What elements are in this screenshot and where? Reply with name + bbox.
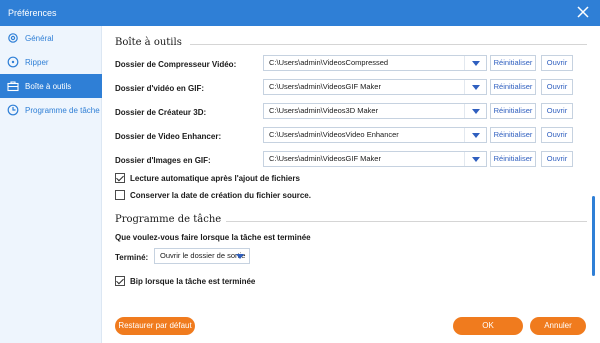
- beep-checkbox[interactable]: [115, 276, 125, 286]
- done-action-select[interactable]: Ouvrir le dossier de sortie: [154, 248, 250, 264]
- clock-icon: [7, 104, 19, 116]
- keep-date-checkbox-row[interactable]: Conserver la date de création du fichier…: [115, 190, 311, 200]
- window-title: Préférences: [8, 8, 57, 18]
- done-label: Terminé:: [115, 253, 149, 262]
- restore-defaults-button[interactable]: Restaurer par défaut: [115, 317, 195, 335]
- reset-button[interactable]: Réinitialiser: [490, 55, 536, 71]
- autoplay-checkbox-row[interactable]: Lecture automatique après l'ajout de fic…: [115, 173, 300, 183]
- sidebar-item-label: Général: [25, 33, 54, 43]
- reset-button[interactable]: Réinitialiser: [490, 79, 536, 95]
- toolbox-section-title: Boîte à outils: [115, 37, 182, 48]
- sidebar-item-schedule[interactable]: Programme de tâche: [0, 98, 102, 122]
- settings-icon: [8, 33, 18, 43]
- video-to-gif-folder-path[interactable]: C:\Users\admin\VideosGIF Maker: [263, 79, 487, 95]
- autoplay-checkbox[interactable]: [115, 173, 125, 183]
- compressor-folder-label: Dossier de Compresseur Vidéo:: [115, 60, 237, 69]
- autoplay-checkbox-label: Lecture automatique après l'ajout de fic…: [130, 173, 300, 183]
- sidebar-item-label: Programme de tâche: [25, 105, 100, 115]
- close-icon[interactable]: [576, 5, 590, 19]
- keep-date-checkbox[interactable]: [115, 190, 125, 200]
- schedule-section-title: Programme de tâche: [115, 214, 222, 225]
- disc-icon: [7, 56, 19, 68]
- chevron-down-icon[interactable]: [464, 56, 486, 70]
- beep-checkbox-label: Bip lorsque la tâche est terminée: [130, 276, 256, 286]
- sidebar-item-label: Boîte à outils: [25, 81, 72, 91]
- open-button[interactable]: Ouvrir: [541, 79, 573, 95]
- chevron-down-icon[interactable]: [464, 80, 486, 94]
- sidebar-item-label: Ripper: [25, 57, 49, 67]
- sidebar: Général Ripper Boîte à outils Programme …: [0, 26, 102, 343]
- 3d-maker-folder-path[interactable]: C:\Users\admin\Videos3D Maker: [263, 103, 487, 119]
- sidebar-item-ripper[interactable]: Ripper: [0, 50, 102, 74]
- video-enhancer-folder-label: Dossier de Video Enhancer:: [115, 132, 222, 141]
- images-to-gif-folder-path[interactable]: C:\Users\admin\VideosGIF Maker: [263, 151, 487, 167]
- ok-button[interactable]: OK: [453, 317, 523, 335]
- scrollbar-thumb[interactable]: [592, 196, 595, 276]
- main-panel: Boîte à outils Dossier de Compresseur Vi…: [102, 26, 600, 343]
- chevron-down-icon[interactable]: [464, 152, 486, 166]
- reset-button[interactable]: Réinitialiser: [490, 151, 536, 167]
- path-text: C:\Users\admin\VideosGIF Maker: [269, 154, 381, 163]
- open-button[interactable]: Ouvrir: [541, 151, 573, 167]
- path-text: C:\Users\admin\VideosVideo Enhancer: [269, 130, 399, 139]
- chevron-down-icon[interactable]: [464, 104, 486, 118]
- compressor-folder-path[interactable]: C:\Users\admin\VideosCompressed: [263, 55, 487, 71]
- reset-button[interactable]: Réinitialiser: [490, 127, 536, 143]
- path-text: C:\Users\admin\Videos3D Maker: [269, 106, 379, 115]
- path-text: C:\Users\admin\VideosGIF Maker: [269, 82, 381, 91]
- beep-checkbox-row[interactable]: Bip lorsque la tâche est terminée: [115, 276, 255, 286]
- chevron-down-icon: [236, 254, 244, 259]
- done-action-value: Ouvrir le dossier de sortie: [160, 251, 246, 260]
- cancel-button[interactable]: Annuler: [530, 317, 586, 335]
- chevron-down-icon[interactable]: [464, 128, 486, 142]
- keep-date-checkbox-label: Conserver la date de création du fichier…: [130, 190, 311, 200]
- schedule-question: Que voulez-vous faire lorsque la tâche e…: [115, 233, 311, 242]
- sidebar-item-general[interactable]: Général: [0, 26, 102, 50]
- open-button[interactable]: Ouvrir: [541, 103, 573, 119]
- video-to-gif-folder-label: Dossier d'vidéo en GIF:: [115, 84, 205, 93]
- reset-button[interactable]: Réinitialiser: [490, 103, 536, 119]
- toolbox-icon: [7, 81, 19, 92]
- images-to-gif-folder-label: Dossier d'Images en GIF:: [115, 156, 211, 165]
- path-text: C:\Users\admin\VideosCompressed: [269, 58, 389, 67]
- section-divider: [226, 221, 587, 222]
- open-button[interactable]: Ouvrir: [541, 55, 573, 71]
- open-button[interactable]: Ouvrir: [541, 127, 573, 143]
- section-divider: [190, 44, 587, 45]
- 3d-maker-folder-label: Dossier de Créateur 3D:: [115, 108, 207, 117]
- video-enhancer-folder-path[interactable]: C:\Users\admin\VideosVideo Enhancer: [263, 127, 487, 143]
- title-bar: Préférences: [0, 0, 600, 26]
- sidebar-item-toolbox[interactable]: Boîte à outils: [0, 74, 102, 98]
